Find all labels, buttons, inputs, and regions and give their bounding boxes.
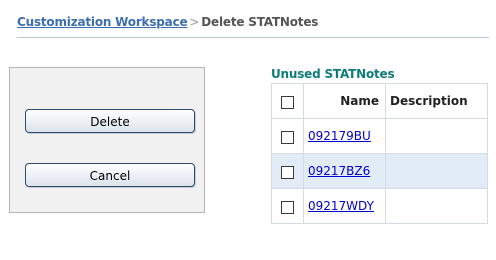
row-checkbox[interactable] [281, 165, 294, 179]
description-column-header: Description [385, 83, 488, 119]
description-cell [385, 188, 488, 224]
row-checkbox-cell [271, 188, 304, 224]
table-row: 092179BU [271, 118, 488, 154]
delete-statnotes-page: Customization Workspace > Delete STATNotes… [0, 0, 496, 260]
description-cell [385, 153, 488, 189]
row-checkbox-cell [271, 118, 304, 154]
breadcrumb-current-page: Delete STATNotes [201, 15, 319, 29]
statnote-name-link[interactable]: 09217WDY [308, 199, 374, 213]
name-cell: 09217BZ6 [303, 153, 386, 189]
delete-button[interactable]: Delete [25, 109, 195, 133]
row-checkbox[interactable] [281, 130, 294, 144]
action-panel: Delete Cancel [9, 67, 205, 213]
unused-statnotes-table: Name Description 092179BU 09217BZ6 09217… [271, 83, 488, 224]
cancel-button[interactable]: Cancel [25, 163, 195, 187]
breadcrumb: Customization Workspace > Delete STATNotes [17, 15, 318, 29]
name-cell: 092179BU [303, 118, 386, 154]
row-checkbox[interactable] [281, 200, 294, 214]
row-checkbox-cell [271, 153, 304, 189]
name-cell: 09217WDY [303, 188, 386, 224]
header-divider [17, 37, 489, 38]
description-cell [385, 118, 488, 154]
breadcrumb-separator: > [189, 15, 200, 29]
name-column-header: Name [303, 83, 386, 119]
select-all-checkbox[interactable] [281, 95, 294, 109]
statnote-name-link[interactable]: 09217BZ6 [308, 164, 370, 178]
select-all-cell [271, 83, 304, 119]
table-row: 09217BZ6 [271, 153, 488, 189]
unused-statnotes-title: Unused STATNotes [271, 67, 395, 81]
table-row: 09217WDY [271, 188, 488, 224]
breadcrumb-link-customization-workspace[interactable]: Customization Workspace [17, 15, 188, 29]
statnote-name-link[interactable]: 092179BU [308, 129, 371, 143]
table-header-row: Name Description [271, 83, 488, 119]
